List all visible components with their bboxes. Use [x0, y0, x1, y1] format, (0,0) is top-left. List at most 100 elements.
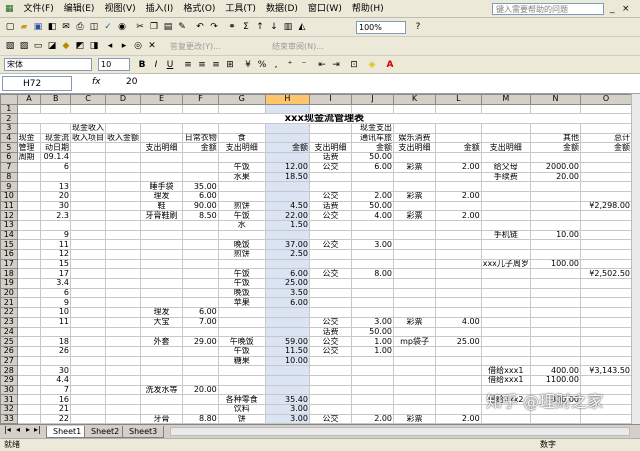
- cell-O16[interactable]: [580, 249, 632, 260]
- cell-H25[interactable]: 59.00: [264, 336, 310, 347]
- cell-G10[interactable]: [217, 190, 266, 202]
- percent-icon[interactable]: %: [256, 59, 268, 71]
- reply-button[interactable]: 答复更改(Y)...: [170, 41, 221, 52]
- sort-asc-icon[interactable]: ↑: [254, 21, 266, 33]
- menu-help[interactable]: 帮助(H): [347, 0, 389, 18]
- cell-M5[interactable]: 支出明细: [480, 142, 531, 154]
- cell-A4[interactable]: 现金: [16, 132, 42, 144]
- cell-H15[interactable]: 37.00: [264, 239, 310, 250]
- cell-D15[interactable]: [105, 239, 142, 250]
- cell-F27[interactable]: [182, 355, 219, 367]
- cell-J28[interactable]: [350, 365, 395, 376]
- cell-A17[interactable]: [16, 258, 42, 270]
- cell-B20[interactable]: 6: [40, 287, 72, 299]
- cell-I14[interactable]: [308, 229, 352, 241]
- cell-D7[interactable]: [105, 161, 142, 173]
- cell-J13[interactable]: [350, 219, 395, 231]
- cell-J12[interactable]: 4.00: [350, 210, 395, 221]
- increase-indent-icon[interactable]: ⇥: [330, 59, 342, 71]
- redo-icon[interactable]: ↷: [208, 21, 220, 33]
- cell-F17[interactable]: [182, 258, 219, 270]
- cell-N22[interactable]: [529, 307, 582, 318]
- cell-H33[interactable]: 3.00: [264, 413, 310, 424]
- cell-D20[interactable]: [105, 287, 142, 299]
- cell-G4[interactable]: 食: [217, 132, 266, 144]
- cell-A18[interactable]: [16, 268, 42, 280]
- cell-C31[interactable]: [70, 394, 107, 405]
- cell-D25[interactable]: [105, 336, 142, 347]
- cell-I13[interactable]: [308, 219, 352, 231]
- row-header[interactable]: 5: [0, 142, 18, 154]
- row-header[interactable]: 28: [0, 365, 18, 376]
- cell-A16[interactable]: [16, 249, 42, 260]
- cell-H14[interactable]: [264, 229, 310, 241]
- cell-M14[interactable]: 手机链: [480, 229, 531, 241]
- cell-E5[interactable]: 支出明细: [140, 142, 184, 154]
- cell-C19[interactable]: [70, 278, 107, 289]
- cell-E14[interactable]: [140, 229, 184, 241]
- column-header[interactable]: G: [217, 94, 266, 105]
- cell-E19[interactable]: [140, 278, 184, 289]
- cell-F18[interactable]: [182, 268, 219, 280]
- cell-G12[interactable]: 午饭: [217, 210, 266, 221]
- cell-N18[interactable]: [529, 268, 582, 280]
- cell-G1[interactable]: [217, 103, 266, 115]
- cell-N11[interactable]: [529, 200, 582, 212]
- cell-O19[interactable]: [580, 278, 632, 289]
- cell-G22[interactable]: [217, 307, 266, 318]
- cell-D27[interactable]: [105, 355, 142, 367]
- cell-E23[interactable]: 大宝: [140, 316, 184, 328]
- cell-L27[interactable]: [435, 355, 482, 367]
- cell-C6[interactable]: [70, 152, 107, 163]
- cell-H12[interactable]: 22.00: [264, 210, 310, 221]
- cell-N14[interactable]: 10.00: [529, 229, 582, 241]
- cell-A13[interactable]: [16, 219, 42, 231]
- cell-I1[interactable]: [308, 103, 352, 115]
- fill-color-icon[interactable]: ◈: [366, 59, 378, 71]
- cell-E26[interactable]: [140, 345, 184, 357]
- cell-M3[interactable]: [480, 123, 531, 134]
- cell-A8[interactable]: [16, 171, 42, 183]
- cell-L21[interactable]: [435, 297, 482, 309]
- cell-G30[interactable]: [217, 384, 266, 396]
- tab-sheet3[interactable]: Sheet3: [122, 426, 165, 438]
- italic-button[interactable]: I: [150, 59, 162, 71]
- row-header[interactable]: 13: [0, 219, 18, 231]
- cell-F24[interactable]: [182, 326, 219, 338]
- cell-K17[interactable]: [393, 258, 437, 270]
- bold-button[interactable]: B: [136, 59, 148, 71]
- cell-G27[interactable]: 糖果: [217, 355, 266, 367]
- underline-button[interactable]: U: [164, 59, 176, 71]
- cell-G11[interactable]: 煎饼: [217, 200, 266, 212]
- cell-B17[interactable]: 15: [40, 258, 72, 270]
- cell-G18[interactable]: 午饭: [217, 268, 266, 280]
- cell-O4[interactable]: 总计: [580, 132, 632, 144]
- cell-O17[interactable]: [580, 258, 632, 270]
- cell-F19[interactable]: [182, 278, 219, 289]
- row-header[interactable]: 21: [0, 297, 18, 309]
- cell-I33[interactable]: 公交: [308, 413, 352, 424]
- cell-C24[interactable]: [70, 326, 107, 338]
- cell-C32[interactable]: [70, 404, 107, 415]
- cell-K22[interactable]: [393, 307, 437, 318]
- cell-E13[interactable]: [140, 219, 184, 231]
- cell-H21[interactable]: 6.00: [264, 297, 310, 309]
- cell-N26[interactable]: [529, 345, 582, 357]
- cell-B3[interactable]: [40, 123, 72, 134]
- cell-H28[interactable]: [264, 365, 310, 376]
- cell-E17[interactable]: [140, 258, 184, 270]
- cell-M24[interactable]: [480, 326, 531, 338]
- cell-O12[interactable]: [580, 210, 632, 221]
- cell-H11[interactable]: 4.50: [264, 200, 310, 212]
- cell-B1[interactable]: [40, 103, 72, 115]
- compare-icon[interactable]: ▨: [18, 40, 30, 52]
- cell-H18[interactable]: 6.00: [264, 268, 310, 280]
- cell-L31[interactable]: [435, 394, 482, 405]
- cell-H19[interactable]: 25.00: [264, 278, 310, 289]
- cell-E18[interactable]: [140, 268, 184, 280]
- cell-N29[interactable]: 1100.00: [529, 374, 582, 386]
- cell-H7[interactable]: 12.00: [264, 161, 310, 173]
- cell-A29[interactable]: [16, 374, 42, 386]
- cell-K25[interactable]: mp袋子: [393, 336, 437, 347]
- cell-J9[interactable]: [350, 181, 395, 192]
